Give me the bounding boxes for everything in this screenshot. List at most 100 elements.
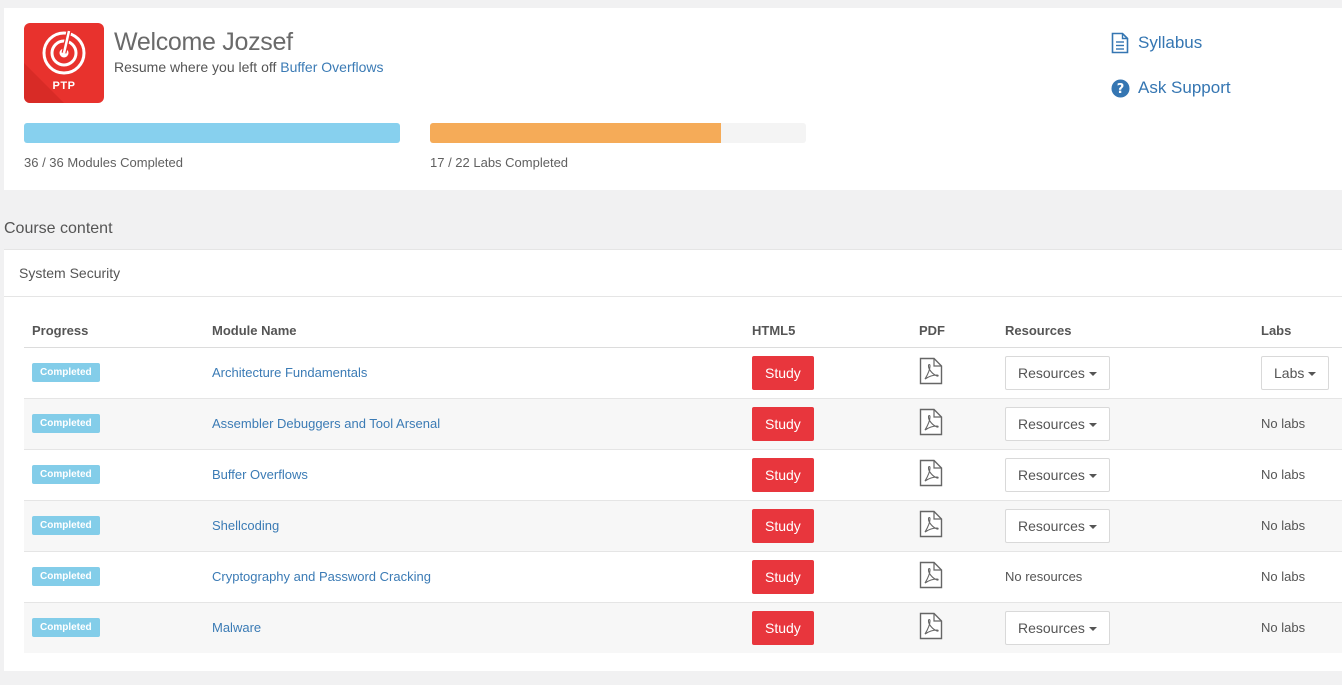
progress-cell: Completed <box>24 602 212 653</box>
labs-label: Labs <box>1274 364 1305 381</box>
pdf-icon[interactable] <box>919 561 943 589</box>
resume-link[interactable]: Buffer Overflows <box>280 59 383 75</box>
progress-cell: Completed <box>24 449 212 501</box>
progress-cell: Completed <box>24 347 212 399</box>
col-header-progress: Progress <box>24 314 212 348</box>
modules-table: Progress Module Name HTML5 PDF Resources… <box>24 314 1342 653</box>
resources-cell: Resources <box>1005 398 1261 450</box>
question-circle-icon: ? <box>1109 77 1131 99</box>
module-name-cell: Shellcoding <box>212 500 752 552</box>
pdf-cell <box>919 449 1005 501</box>
html5-cell: Study <box>752 347 919 399</box>
labs-dropdown[interactable]: Labs <box>1261 355 1330 390</box>
no-labs-text: No labs <box>1261 416 1306 431</box>
caret-down-icon <box>1088 627 1097 632</box>
modules-progress-bar <box>24 123 400 143</box>
labs-progress-bar <box>430 123 806 143</box>
table-row: Completed Shellcoding Study Resources No lab… <box>24 500 1342 552</box>
course-panel: System Security Progress Module Name HTM… <box>4 249 1342 671</box>
resources-label: Resources <box>1018 619 1085 636</box>
no-labs-text: No labs <box>1261 518 1306 533</box>
labs-cell: No labs <box>1261 551 1342 603</box>
svg-text:?: ? <box>1116 82 1124 97</box>
modules-progress-label: 36 / 36 Modules Completed <box>24 155 183 170</box>
caret-down-icon <box>1088 422 1097 427</box>
ask-support-link[interactable]: ? Ask Support <box>1109 77 1231 99</box>
labs-cell: No labs <box>1261 602 1342 653</box>
resources-cell: Resources <box>1005 347 1261 399</box>
document-icon <box>1109 32 1131 54</box>
table-header-row: Progress Module Name HTML5 PDF Resources… <box>24 314 1342 348</box>
table-row: Completed Assembler Debuggers and Tool Ar… <box>24 398 1342 450</box>
resources-dropdown[interactable]: Resources <box>1005 406 1110 441</box>
study-button[interactable]: Study <box>752 508 814 543</box>
ptp-logo: PTP <box>24 23 104 103</box>
status-badge: Completed <box>32 414 100 433</box>
pdf-cell <box>919 347 1005 399</box>
table-row: Completed Architecture Fundamentals Study R… <box>24 347 1342 399</box>
table-row: Completed Malware Study Resources No labs <box>24 602 1342 653</box>
resources-dropdown[interactable]: Resources <box>1005 457 1110 492</box>
caret-down-icon <box>1088 473 1097 478</box>
caret-down-icon <box>1308 371 1317 376</box>
progress-cell: Completed <box>24 398 212 450</box>
module-link[interactable]: Shellcoding <box>212 518 279 533</box>
caret-down-icon <box>1088 371 1097 376</box>
pdf-icon[interactable] <box>919 612 943 640</box>
no-labs-text: No labs <box>1261 620 1306 636</box>
module-link[interactable]: Cryptography and Password Cracking <box>212 569 431 584</box>
logo-text: PTP <box>52 80 76 92</box>
resources-dropdown[interactable]: Resources <box>1005 610 1110 645</box>
status-badge: Completed <box>32 618 100 638</box>
col-header-module-name: Module Name <box>212 314 752 348</box>
module-link[interactable]: Malware <box>212 620 261 635</box>
resume-prefix: Resume where you left off <box>114 59 277 75</box>
welcome-title: Welcome Jozsef <box>114 28 293 56</box>
resources-label: Resources <box>1018 364 1085 381</box>
status-badge: Completed <box>32 363 100 382</box>
col-header-labs: Labs <box>1261 314 1342 348</box>
status-badge: Completed <box>32 516 100 535</box>
status-badge: Completed <box>32 567 100 586</box>
resources-dropdown[interactable]: Resources <box>1005 508 1110 543</box>
study-button[interactable]: Study <box>752 406 814 441</box>
resources-cell: Resources <box>1005 449 1261 501</box>
study-button[interactable]: Study <box>752 610 814 645</box>
progress-cell: Completed <box>24 500 212 552</box>
course-content-heading: Course content <box>4 220 113 237</box>
ask-support-label: Ask Support <box>1138 78 1231 97</box>
no-labs-text: No labs <box>1261 467 1306 482</box>
pdf-icon[interactable] <box>919 357 943 385</box>
no-resources-text: No resources <box>1005 569 1083 584</box>
module-link[interactable]: Buffer Overflows <box>212 467 308 482</box>
module-name-cell: Malware <box>212 602 752 653</box>
study-button[interactable]: Study <box>752 457 814 492</box>
pdf-cell <box>919 602 1005 653</box>
syllabus-label: Syllabus <box>1138 33 1203 52</box>
module-name-cell: Assembler Debuggers and Tool Arsenal <box>212 398 752 450</box>
syllabus-link[interactable]: Syllabus <box>1109 32 1231 54</box>
resources-dropdown[interactable]: Resources <box>1005 355 1110 390</box>
pdf-icon[interactable] <box>919 459 943 487</box>
labs-progress-fill <box>430 123 721 143</box>
study-button[interactable]: Study <box>752 355 814 390</box>
col-header-html5: HTML5 <box>752 314 919 348</box>
section-title: System Security <box>4 250 1342 297</box>
progress-cell: Completed <box>24 551 212 603</box>
html5-cell: Study <box>752 551 919 603</box>
study-button[interactable]: Study <box>752 559 814 594</box>
pdf-cell <box>919 398 1005 450</box>
module-link[interactable]: Assembler Debuggers and Tool Arsenal <box>212 416 440 431</box>
resources-label: Resources <box>1018 517 1085 534</box>
pdf-cell <box>919 500 1005 552</box>
resources-cell: Resources <box>1005 500 1261 552</box>
caret-down-icon <box>1088 524 1097 529</box>
col-header-resources: Resources <box>1005 314 1261 348</box>
pdf-icon[interactable] <box>919 510 943 538</box>
pdf-icon[interactable] <box>919 408 943 436</box>
table-row: Completed Buffer Overflows Study Resources N… <box>24 449 1342 501</box>
html5-cell: Study <box>752 500 919 552</box>
resources-cell: Resources <box>1005 602 1261 653</box>
module-link[interactable]: Architecture Fundamentals <box>212 365 367 380</box>
html5-cell: Study <box>752 602 919 653</box>
